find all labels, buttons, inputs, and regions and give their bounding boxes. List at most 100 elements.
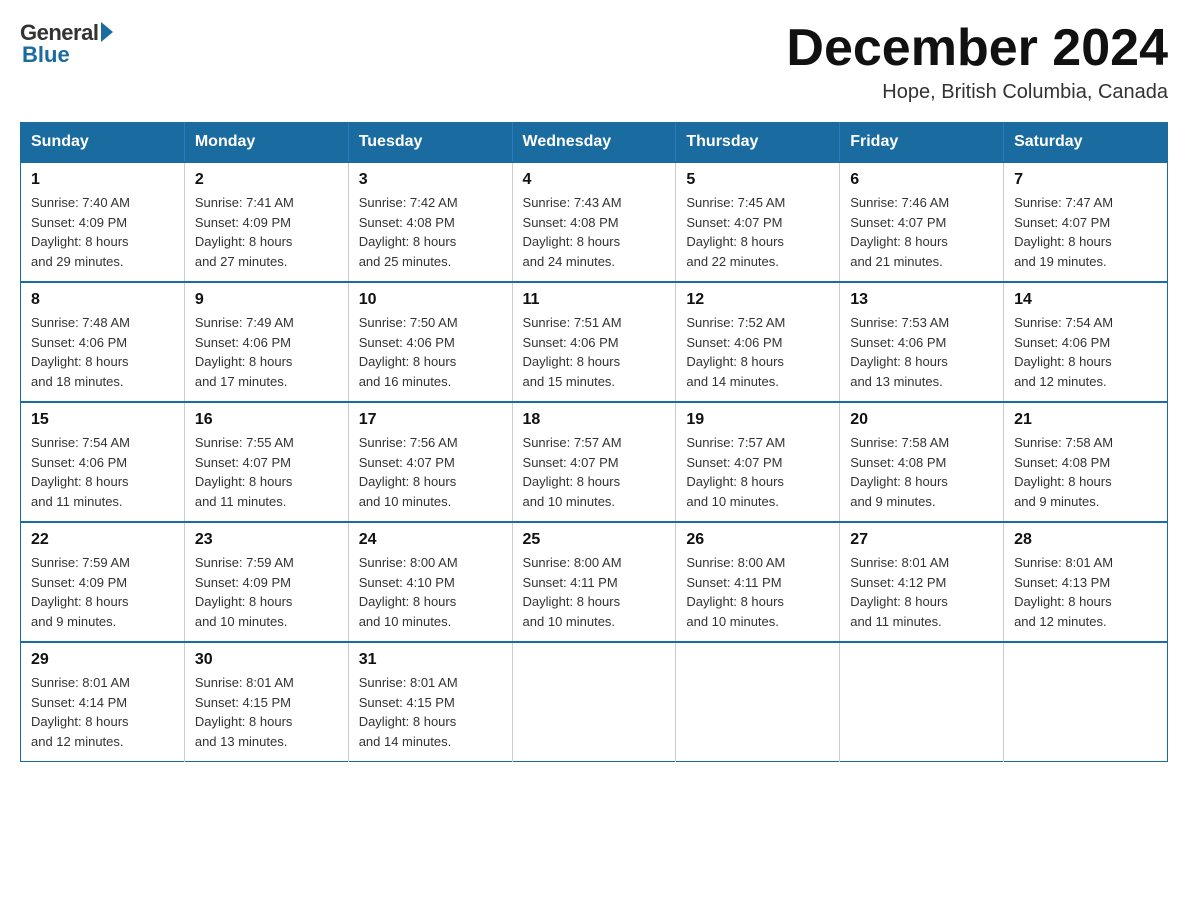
location-text: Hope, British Columbia, Canada xyxy=(786,81,1168,104)
day-number: 7 xyxy=(1014,171,1157,189)
day-info: Sunrise: 8:01 AM Sunset: 4:15 PM Dayligh… xyxy=(359,673,502,751)
calendar-cell: 11 Sunrise: 7:51 AM Sunset: 4:06 PM Dayl… xyxy=(512,282,676,402)
day-number: 18 xyxy=(523,411,666,429)
calendar-week-5: 29 Sunrise: 8:01 AM Sunset: 4:14 PM Dayl… xyxy=(21,642,1168,762)
calendar-cell: 18 Sunrise: 7:57 AM Sunset: 4:07 PM Dayl… xyxy=(512,402,676,522)
day-number: 17 xyxy=(359,411,502,429)
day-info: Sunrise: 7:52 AM Sunset: 4:06 PM Dayligh… xyxy=(686,313,829,391)
calendar-cell: 4 Sunrise: 7:43 AM Sunset: 4:08 PM Dayli… xyxy=(512,162,676,282)
calendar-cell: 12 Sunrise: 7:52 AM Sunset: 4:06 PM Dayl… xyxy=(676,282,840,402)
day-info: Sunrise: 7:49 AM Sunset: 4:06 PM Dayligh… xyxy=(195,313,338,391)
header-friday: Friday xyxy=(840,123,1004,163)
day-number: 8 xyxy=(31,291,174,309)
day-number: 12 xyxy=(686,291,829,309)
calendar-cell: 28 Sunrise: 8:01 AM Sunset: 4:13 PM Dayl… xyxy=(1004,522,1168,642)
day-info: Sunrise: 7:55 AM Sunset: 4:07 PM Dayligh… xyxy=(195,433,338,511)
day-number: 11 xyxy=(523,291,666,309)
day-info: Sunrise: 8:00 AM Sunset: 4:11 PM Dayligh… xyxy=(523,553,666,631)
calendar-cell: 17 Sunrise: 7:56 AM Sunset: 4:07 PM Dayl… xyxy=(348,402,512,522)
day-info: Sunrise: 8:00 AM Sunset: 4:10 PM Dayligh… xyxy=(359,553,502,631)
day-info: Sunrise: 7:58 AM Sunset: 4:08 PM Dayligh… xyxy=(850,433,993,511)
day-info: Sunrise: 7:50 AM Sunset: 4:06 PM Dayligh… xyxy=(359,313,502,391)
month-title: December 2024 xyxy=(786,20,1168,77)
day-info: Sunrise: 7:59 AM Sunset: 4:09 PM Dayligh… xyxy=(31,553,174,631)
calendar-cell: 27 Sunrise: 8:01 AM Sunset: 4:12 PM Dayl… xyxy=(840,522,1004,642)
day-number: 10 xyxy=(359,291,502,309)
calendar-table: Sunday Monday Tuesday Wednesday Thursday… xyxy=(20,122,1168,762)
calendar-cell: 26 Sunrise: 8:00 AM Sunset: 4:11 PM Dayl… xyxy=(676,522,840,642)
day-info: Sunrise: 8:01 AM Sunset: 4:13 PM Dayligh… xyxy=(1014,553,1157,631)
day-number: 23 xyxy=(195,531,338,549)
day-number: 2 xyxy=(195,171,338,189)
day-info: Sunrise: 7:56 AM Sunset: 4:07 PM Dayligh… xyxy=(359,433,502,511)
header-wednesday: Wednesday xyxy=(512,123,676,163)
day-number: 14 xyxy=(1014,291,1157,309)
day-info: Sunrise: 7:46 AM Sunset: 4:07 PM Dayligh… xyxy=(850,193,993,271)
day-number: 28 xyxy=(1014,531,1157,549)
calendar-cell: 6 Sunrise: 7:46 AM Sunset: 4:07 PM Dayli… xyxy=(840,162,1004,282)
day-number: 9 xyxy=(195,291,338,309)
day-number: 27 xyxy=(850,531,993,549)
calendar-cell: 21 Sunrise: 7:58 AM Sunset: 4:08 PM Dayl… xyxy=(1004,402,1168,522)
day-info: Sunrise: 7:58 AM Sunset: 4:08 PM Dayligh… xyxy=(1014,433,1157,511)
logo-arrow-icon xyxy=(101,22,113,42)
calendar-cell: 31 Sunrise: 8:01 AM Sunset: 4:15 PM Dayl… xyxy=(348,642,512,762)
day-number: 4 xyxy=(523,171,666,189)
day-info: Sunrise: 8:00 AM Sunset: 4:11 PM Dayligh… xyxy=(686,553,829,631)
day-info: Sunrise: 7:57 AM Sunset: 4:07 PM Dayligh… xyxy=(523,433,666,511)
header-monday: Monday xyxy=(184,123,348,163)
day-info: Sunrise: 7:51 AM Sunset: 4:06 PM Dayligh… xyxy=(523,313,666,391)
calendar-cell: 3 Sunrise: 7:42 AM Sunset: 4:08 PM Dayli… xyxy=(348,162,512,282)
header-sunday: Sunday xyxy=(21,123,185,163)
day-info: Sunrise: 7:59 AM Sunset: 4:09 PM Dayligh… xyxy=(195,553,338,631)
day-number: 21 xyxy=(1014,411,1157,429)
calendar-cell: 22 Sunrise: 7:59 AM Sunset: 4:09 PM Dayl… xyxy=(21,522,185,642)
day-info: Sunrise: 7:57 AM Sunset: 4:07 PM Dayligh… xyxy=(686,433,829,511)
day-info: Sunrise: 7:43 AM Sunset: 4:08 PM Dayligh… xyxy=(523,193,666,271)
logo: General Blue xyxy=(20,20,113,68)
day-number: 22 xyxy=(31,531,174,549)
calendar-cell: 24 Sunrise: 8:00 AM Sunset: 4:10 PM Dayl… xyxy=(348,522,512,642)
day-number: 31 xyxy=(359,651,502,669)
day-number: 29 xyxy=(31,651,174,669)
day-info: Sunrise: 7:41 AM Sunset: 4:09 PM Dayligh… xyxy=(195,193,338,271)
calendar-week-3: 15 Sunrise: 7:54 AM Sunset: 4:06 PM Dayl… xyxy=(21,402,1168,522)
header-row: Sunday Monday Tuesday Wednesday Thursday… xyxy=(21,123,1168,163)
day-info: Sunrise: 7:48 AM Sunset: 4:06 PM Dayligh… xyxy=(31,313,174,391)
calendar-cell: 19 Sunrise: 7:57 AM Sunset: 4:07 PM Dayl… xyxy=(676,402,840,522)
day-number: 30 xyxy=(195,651,338,669)
calendar-cell: 10 Sunrise: 7:50 AM Sunset: 4:06 PM Dayl… xyxy=(348,282,512,402)
day-info: Sunrise: 8:01 AM Sunset: 4:15 PM Dayligh… xyxy=(195,673,338,751)
calendar-cell: 13 Sunrise: 7:53 AM Sunset: 4:06 PM Dayl… xyxy=(840,282,1004,402)
calendar-cell: 1 Sunrise: 7:40 AM Sunset: 4:09 PM Dayli… xyxy=(21,162,185,282)
header-saturday: Saturday xyxy=(1004,123,1168,163)
header-tuesday: Tuesday xyxy=(348,123,512,163)
calendar-cell: 30 Sunrise: 8:01 AM Sunset: 4:15 PM Dayl… xyxy=(184,642,348,762)
calendar-week-1: 1 Sunrise: 7:40 AM Sunset: 4:09 PM Dayli… xyxy=(21,162,1168,282)
calendar-header: Sunday Monday Tuesday Wednesday Thursday… xyxy=(21,123,1168,163)
day-number: 16 xyxy=(195,411,338,429)
day-info: Sunrise: 7:54 AM Sunset: 4:06 PM Dayligh… xyxy=(31,433,174,511)
day-number: 13 xyxy=(850,291,993,309)
day-info: Sunrise: 7:47 AM Sunset: 4:07 PM Dayligh… xyxy=(1014,193,1157,271)
logo-blue-text: Blue xyxy=(20,42,70,68)
day-number: 25 xyxy=(523,531,666,549)
calendar-cell: 14 Sunrise: 7:54 AM Sunset: 4:06 PM Dayl… xyxy=(1004,282,1168,402)
calendar-cell: 23 Sunrise: 7:59 AM Sunset: 4:09 PM Dayl… xyxy=(184,522,348,642)
day-number: 1 xyxy=(31,171,174,189)
day-number: 5 xyxy=(686,171,829,189)
day-number: 3 xyxy=(359,171,502,189)
day-info: Sunrise: 7:53 AM Sunset: 4:06 PM Dayligh… xyxy=(850,313,993,391)
calendar-cell: 5 Sunrise: 7:45 AM Sunset: 4:07 PM Dayli… xyxy=(676,162,840,282)
day-info: Sunrise: 7:54 AM Sunset: 4:06 PM Dayligh… xyxy=(1014,313,1157,391)
calendar-cell: 2 Sunrise: 7:41 AM Sunset: 4:09 PM Dayli… xyxy=(184,162,348,282)
day-number: 6 xyxy=(850,171,993,189)
calendar-week-4: 22 Sunrise: 7:59 AM Sunset: 4:09 PM Dayl… xyxy=(21,522,1168,642)
calendar-cell: 9 Sunrise: 7:49 AM Sunset: 4:06 PM Dayli… xyxy=(184,282,348,402)
page-header: General Blue December 2024 Hope, British… xyxy=(20,20,1168,104)
calendar-cell: 29 Sunrise: 8:01 AM Sunset: 4:14 PM Dayl… xyxy=(21,642,185,762)
day-info: Sunrise: 7:40 AM Sunset: 4:09 PM Dayligh… xyxy=(31,193,174,271)
calendar-cell: 8 Sunrise: 7:48 AM Sunset: 4:06 PM Dayli… xyxy=(21,282,185,402)
calendar-body: 1 Sunrise: 7:40 AM Sunset: 4:09 PM Dayli… xyxy=(21,162,1168,762)
day-number: 24 xyxy=(359,531,502,549)
